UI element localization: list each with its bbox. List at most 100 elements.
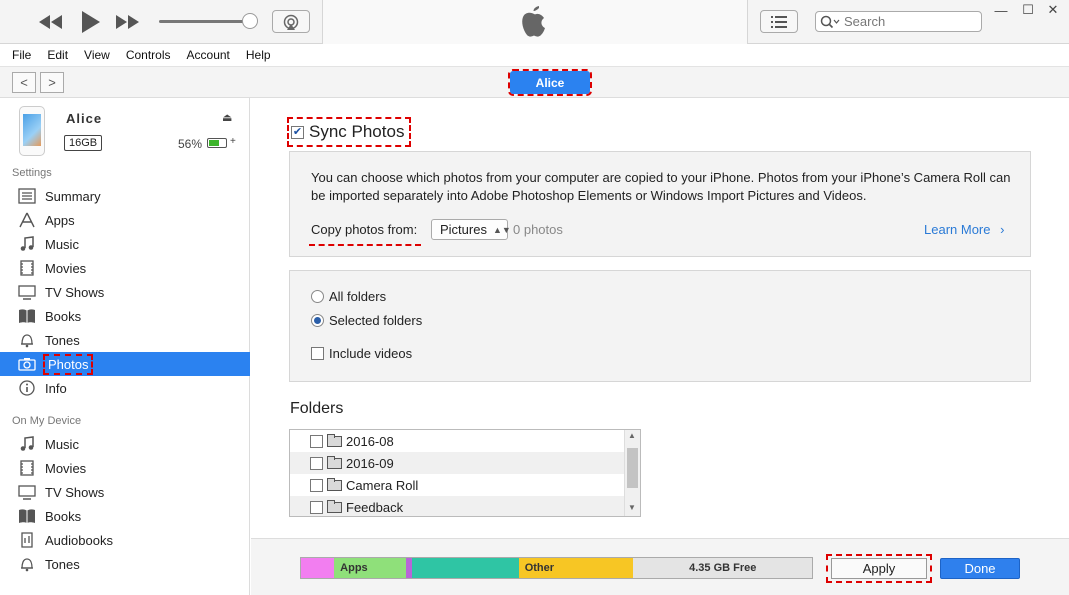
all-folders-label: All folders [329, 289, 387, 304]
search-input[interactable]: Search [815, 11, 982, 32]
menu-help[interactable]: Help [246, 48, 271, 62]
sidebar-item-label: Tones [45, 556, 80, 572]
airplay-button[interactable] [272, 10, 310, 33]
back-button[interactable]: < [12, 72, 36, 93]
books-icon [17, 507, 37, 525]
menu-file[interactable]: File [12, 48, 31, 62]
selected-folders-radio[interactable] [311, 314, 324, 327]
sidebar-item-apps[interactable]: Apps [0, 208, 250, 232]
folder-name: 2016-08 [346, 433, 394, 449]
fast-forward-button[interactable] [112, 10, 142, 34]
scroll-down-icon[interactable]: ▼ [628, 503, 636, 512]
sync-description: You can choose which photos from your co… [311, 170, 1011, 203]
folder-name: 2016-09 [346, 455, 394, 471]
volume-knob[interactable] [242, 13, 258, 29]
sidebar-item-tones[interactable]: Tones [0, 328, 250, 352]
list-icon [771, 15, 787, 28]
list-view-button[interactable] [760, 10, 798, 33]
copy-from-highlight [309, 244, 421, 246]
sidebar-item-music[interactable]: Music [0, 232, 250, 256]
menu-controls[interactable]: Controls [126, 48, 171, 62]
sidebar-item-summary[interactable]: Summary [0, 184, 250, 208]
settings-header: Settings [12, 167, 52, 179]
folders-header: Folders [290, 400, 344, 417]
charging-icon: + [230, 136, 236, 147]
folder-list-scrollbar[interactable]: ▲ ▼ [624, 430, 640, 516]
sidebar-item-label: TV Shows [45, 484, 105, 500]
sidebar-item-info[interactable]: Info [0, 376, 250, 400]
sidebar-item-movies[interactable]: Movies [0, 256, 250, 280]
scroll-thumb[interactable] [627, 448, 638, 488]
search-placeholder: Search [844, 14, 886, 29]
sidebar-item-photos[interactable]: Photos [0, 352, 250, 376]
sidebar-item-label: Music [45, 236, 79, 252]
selected-folders-option[interactable]: Selected folders [311, 313, 422, 328]
folder-row[interactable]: 2016-09 [290, 452, 624, 474]
folder-list[interactable]: 2016-08 2016-09 Camera Roll Feedback ▲ ▼ [289, 429, 641, 517]
volume-slider[interactable] [159, 20, 249, 23]
folder-row[interactable]: Camera Roll [290, 474, 624, 496]
music-icon [17, 435, 37, 453]
scroll-up-icon[interactable]: ▲ [628, 431, 636, 440]
movies-icon [17, 259, 37, 277]
folder-name: Camera Roll [346, 477, 419, 493]
sidebar-item-movies[interactable]: Movies [0, 456, 250, 480]
storage-segment: 4.35 GB Free [633, 558, 813, 578]
sidebar-item-books[interactable]: Books [0, 504, 250, 528]
play-button[interactable] [76, 8, 104, 36]
sidebar-item-audiobooks[interactable]: Audiobooks [0, 528, 250, 552]
menu-view[interactable]: View [84, 48, 110, 62]
bottom-bar: Apps Other 4.35 GB Free Apply Done [251, 538, 1069, 595]
sidebar-item-label: Music [45, 436, 79, 452]
folder-row[interactable]: Feedback [290, 496, 624, 516]
minimize-button[interactable]: — [993, 3, 1009, 18]
chevron-right-icon: › [1000, 222, 1005, 237]
menu-edit[interactable]: Edit [47, 48, 68, 62]
sidebar-item-label: Summary [45, 188, 101, 204]
storage-segment: Apps [334, 558, 406, 578]
sidebar: Alice ⏏ 16GB 56% + Settings On My Device… [0, 98, 250, 595]
tones-icon [17, 331, 37, 349]
folder-checkbox[interactable] [310, 434, 323, 448]
storage-capacity-bar: Apps Other 4.35 GB Free [300, 557, 813, 579]
folder-row[interactable]: 2016-08 [290, 430, 624, 452]
menu-account[interactable]: Account [187, 48, 230, 62]
sidebar-item-books[interactable]: Books [0, 304, 250, 328]
copy-photos-from-select[interactable]: Pictures ▲▼ [431, 219, 511, 240]
navigation-bar: < > Alice [0, 66, 1069, 98]
sync-photos-toggle[interactable]: ✔ Sync Photos [287, 117, 411, 147]
books-icon [17, 307, 37, 325]
all-folders-radio[interactable] [311, 290, 324, 303]
sidebar-item-tv-shows[interactable]: TV Shows [0, 280, 250, 304]
selected-folders-label: Selected folders [329, 313, 423, 328]
close-button[interactable]: ✕ [1045, 2, 1061, 17]
rewind-button[interactable] [36, 10, 66, 34]
folder-icon [327, 433, 342, 447]
sidebar-item-tones[interactable]: Tones [0, 552, 250, 576]
menu-bar: File Edit View Controls Account Help [0, 44, 1069, 66]
sidebar-item-label: Books [45, 308, 82, 324]
folder-checkbox[interactable] [310, 478, 323, 492]
learn-more-link[interactable]: Learn More › [924, 222, 1004, 237]
include-videos-option[interactable]: Include videos [311, 346, 412, 361]
sidebar-item-music[interactable]: Music [0, 432, 250, 456]
all-folders-option[interactable]: All folders [311, 289, 386, 304]
storage-segment [411, 558, 519, 578]
photos-pane: ✔ Sync Photos You can choose which photo… [251, 98, 1069, 595]
sync-photos-checkbox[interactable]: ✔ [291, 125, 304, 139]
sidebar-item-label: Movies [45, 260, 87, 276]
updown-arrows-icon: ▲▼ [492, 224, 511, 235]
include-videos-checkbox[interactable] [311, 347, 324, 360]
eject-icon[interactable]: ⏏ [222, 111, 232, 124]
apply-button[interactable]: Apply [831, 558, 927, 579]
folder-checkbox[interactable] [310, 456, 323, 470]
done-button[interactable]: Done [940, 558, 1020, 579]
folder-checkbox[interactable] [310, 500, 323, 514]
sidebar-item-tv-shows[interactable]: TV Shows [0, 480, 250, 504]
maximize-button[interactable]: ☐ [1020, 2, 1036, 17]
device-button[interactable]: Alice [508, 69, 592, 96]
sidebar-item-label: Audiobooks [45, 532, 113, 548]
folder-icon [327, 455, 342, 469]
forward-button[interactable]: > [40, 72, 64, 93]
on-my-device-header: On My Device [12, 415, 82, 427]
